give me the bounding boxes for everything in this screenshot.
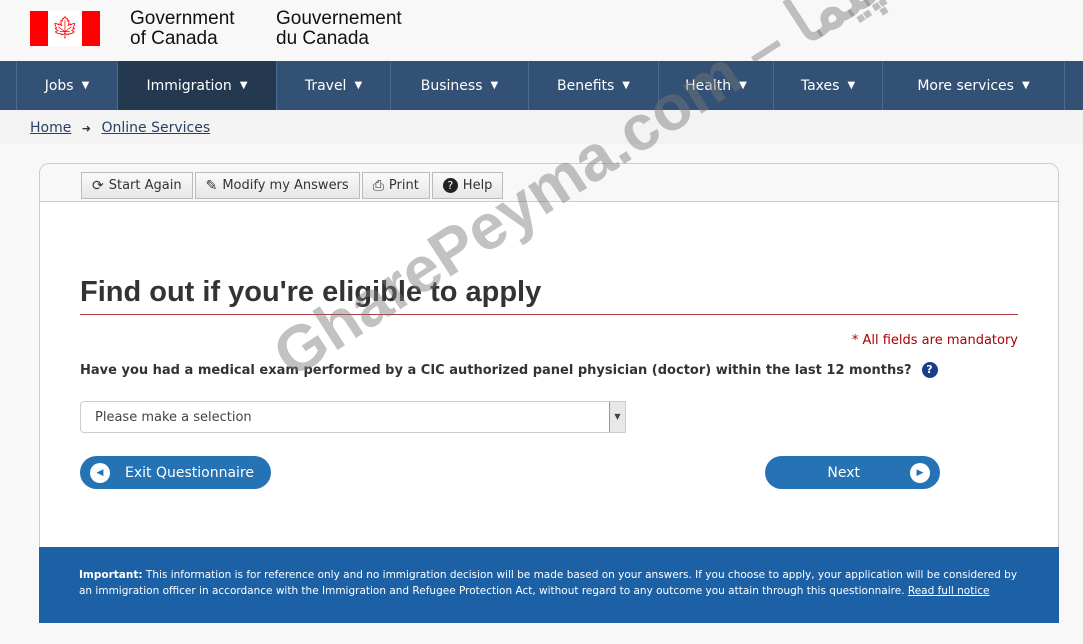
mandatory-note: * All fields are mandatory xyxy=(851,333,1018,348)
site-header: 🍁︎ Government of Canada Gouvernement du Ca… xyxy=(0,0,1083,61)
chevron-down-icon: ▼ xyxy=(622,80,630,91)
print-label: Print xyxy=(388,178,419,193)
nav-jobs[interactable]: Jobs ▼ xyxy=(16,61,117,110)
select-value: Please make a selection xyxy=(95,410,252,425)
chevron-down-icon: ▼ xyxy=(239,80,248,91)
start-again-button[interactable]: ⟳ Start Again xyxy=(81,172,193,199)
nav-taxes[interactable]: Taxes ▼ xyxy=(773,61,882,110)
nav-label: Immigration xyxy=(146,77,232,94)
questionnaire-panel: ⟳ Start Again ✎ Modify my Answers ⎙ Print ?… xyxy=(39,163,1059,548)
signature-en-line2: of Canada xyxy=(130,28,218,49)
arrow-right-icon: ➜ xyxy=(81,122,92,135)
toolbar: ⟳ Start Again ✎ Modify my Answers ⎙ Print ?… xyxy=(40,164,1058,202)
read-full-notice-link[interactable]: Read full notice xyxy=(908,585,990,597)
circle-arrow-right-icon: ▶ xyxy=(910,462,930,483)
printer-icon: ⎙ xyxy=(372,177,384,194)
important-label: Important: xyxy=(79,569,143,581)
print-button[interactable]: ⎙ Print xyxy=(361,172,430,199)
circle-arrow-left-icon: ◀ xyxy=(90,462,110,483)
help-button[interactable]: ? Help xyxy=(431,172,504,199)
chevron-down-icon: ▼ xyxy=(739,80,747,91)
nav-label: More services xyxy=(917,77,1014,94)
question: Have you had a medical exam performed by… xyxy=(80,362,938,378)
nav-business[interactable]: Business ▼ xyxy=(390,61,528,110)
modify-label: Modify my Answers xyxy=(222,178,349,193)
exit-questionnaire-button[interactable]: ◀ Exit Questionnaire xyxy=(80,456,271,489)
question-circle-icon: ? xyxy=(442,178,458,193)
signature-fr-line2: du Canada xyxy=(276,28,369,49)
main-nav: Jobs ▼ Immigration ▼ Travel ▼ Business ▼ Ben… xyxy=(0,61,1083,110)
nav-label: Taxes xyxy=(800,77,840,94)
refresh-icon: ⟳ xyxy=(92,177,104,194)
important-notice: Important: This information is for refer… xyxy=(39,547,1059,623)
title-divider xyxy=(80,314,1018,315)
modify-answers-button[interactable]: ✎ Modify my Answers xyxy=(194,172,360,199)
nav-label: Benefits xyxy=(556,77,615,94)
nav-label: Jobs xyxy=(44,77,74,94)
chevron-down-icon: ▼ xyxy=(354,80,363,91)
nav-immigration[interactable]: Immigration ▼ xyxy=(117,61,276,110)
pencil-icon: ✎ xyxy=(205,177,218,194)
start-again-label: Start Again xyxy=(108,178,182,193)
next-label: Next xyxy=(827,464,860,481)
chevron-down-icon: ▼ xyxy=(847,80,856,91)
chevron-down-icon: ▼ xyxy=(1021,80,1030,91)
nav-label: Business xyxy=(420,77,483,94)
nav-more-services[interactable]: More services ▼ xyxy=(882,61,1065,110)
help-question-icon[interactable]: ? xyxy=(921,362,938,378)
nav-benefits[interactable]: Benefits ▼ xyxy=(528,61,658,110)
signature-fr: Gouvernement du Canada xyxy=(276,9,402,49)
page-title: Find out if you're eligible to apply xyxy=(80,276,542,308)
breadcrumb-home[interactable]: Home xyxy=(30,120,71,136)
signature-en-line1: Government xyxy=(130,8,235,29)
breadcrumb-online-services[interactable]: Online Services xyxy=(101,120,210,136)
question-text: Have you had a medical exam performed by… xyxy=(80,362,912,378)
chevron-down-icon: ▼ xyxy=(490,80,499,91)
dropdown-arrow-icon[interactable]: ▼ xyxy=(609,402,625,432)
breadcrumb: Home ➜ Online Services xyxy=(0,110,1083,144)
nav-health[interactable]: Health ▼ xyxy=(658,61,773,110)
nav-travel[interactable]: Travel ▼ xyxy=(276,61,390,110)
nav-label: Travel xyxy=(304,77,347,94)
signature-en: Government of Canada xyxy=(130,9,235,49)
chevron-down-icon: ▼ xyxy=(81,80,90,91)
help-label: Help xyxy=(462,178,493,193)
exit-label: Exit Questionnaire xyxy=(125,464,254,481)
canada-flag-logo: 🍁︎ xyxy=(30,11,100,46)
next-button[interactable]: Next ▶ xyxy=(765,456,940,489)
medical-exam-select[interactable]: Please make a selection ▼ xyxy=(80,401,626,433)
signature-fr-line1: Gouvernement xyxy=(276,8,402,29)
nav-label: Health xyxy=(685,77,732,94)
notice-text: This information is for reference only a… xyxy=(79,569,1018,597)
